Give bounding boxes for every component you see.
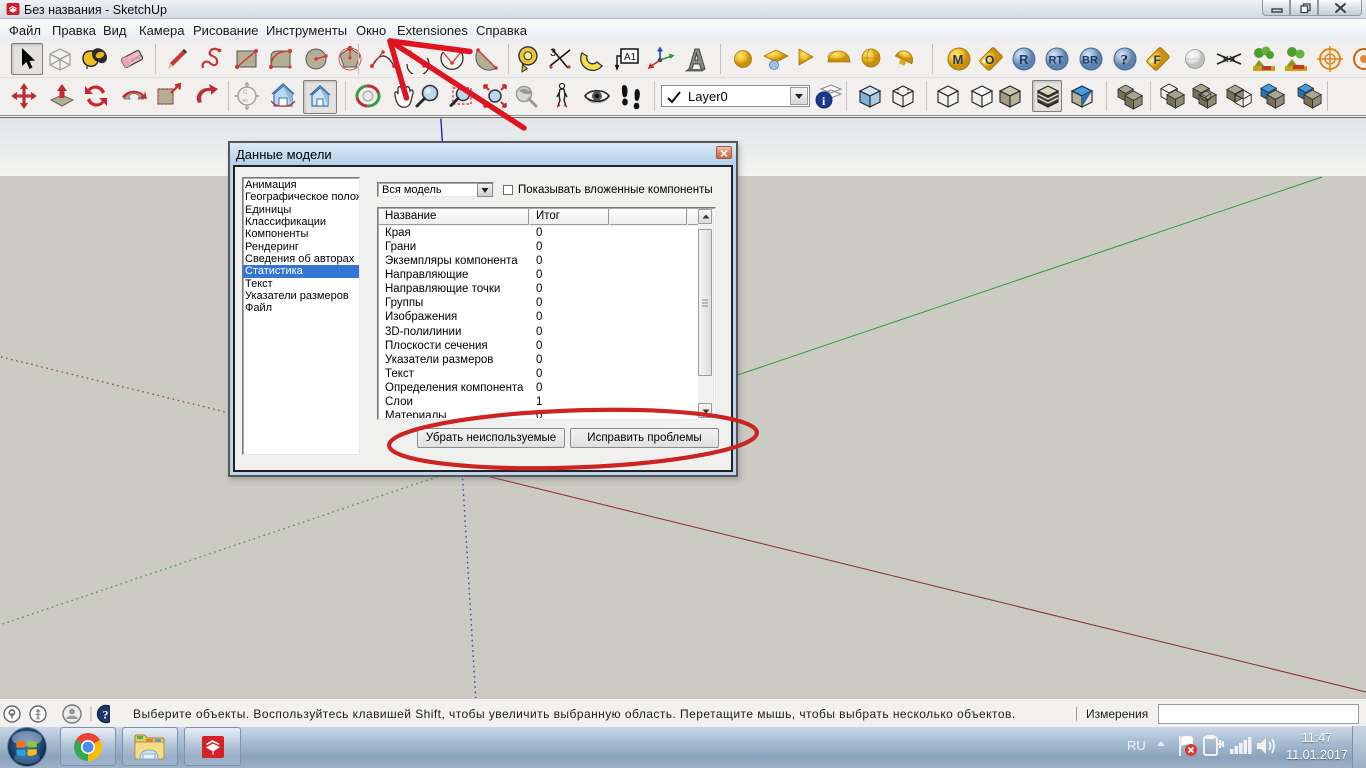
svg-text:RT: RT bbox=[1049, 55, 1064, 67]
svg-text:F: F bbox=[1154, 53, 1161, 67]
svg-text:R: R bbox=[1019, 52, 1029, 67]
svg-text:?: ? bbox=[103, 708, 109, 722]
svg-text:A1: A1 bbox=[624, 52, 637, 63]
svg-text:.eo: .eo bbox=[241, 98, 248, 104]
svg-text:?: ? bbox=[1121, 53, 1129, 69]
svg-text:BR: BR bbox=[1082, 55, 1098, 67]
svg-text:C: C bbox=[243, 90, 248, 96]
svg-text:O: O bbox=[985, 53, 994, 67]
svg-text:3: 3 bbox=[550, 47, 556, 59]
svg-text:M: M bbox=[953, 52, 964, 67]
